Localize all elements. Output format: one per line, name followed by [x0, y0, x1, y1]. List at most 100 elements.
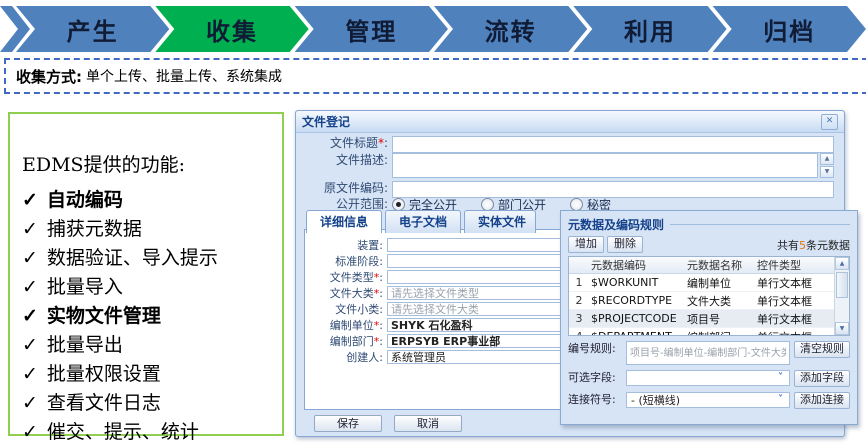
original-code-label: 原文件编码:: [304, 181, 392, 196]
cell-name: 项目号: [687, 311, 757, 327]
file-category-input[interactable]: [387, 286, 565, 300]
cell-code: $WORKUNIT: [589, 276, 687, 289]
panel-title-row: 元数据及编码规则: [568, 216, 850, 233]
standard-phase-label: 标准阶段:: [305, 255, 387, 268]
clear-rule-button[interactable]: 清空规则: [794, 341, 850, 358]
file-type-input[interactable]: [387, 270, 565, 284]
metadata-table-body: 元数据编码 元数据名称 控件类型 1 $WORKUNIT 编制单位 单行文本框 …: [569, 257, 834, 335]
banner-text: 单个上传、批量上传、系统集成: [86, 66, 282, 86]
scroll-down-icon[interactable]: ▼: [835, 322, 849, 335]
check-icon: ✓: [22, 186, 38, 215]
department-input[interactable]: [387, 334, 565, 348]
creator-input[interactable]: [387, 350, 565, 364]
cell-index: 3: [569, 312, 589, 325]
header-name: 元数据名称: [687, 257, 757, 273]
banner-label: 收集方式:: [16, 66, 82, 87]
metadata-rules-panel: 元数据及编码规则 增加 删除 共有5条元数据 元数据编码 元数据名称 控件类型 …: [560, 210, 858, 425]
flow-step-manage: 管理: [295, 6, 448, 52]
device-input[interactable]: [387, 238, 565, 252]
cell-name: 编制单位: [687, 275, 757, 291]
scroll-up-icon[interactable]: ▲: [820, 153, 834, 165]
file-title-row: 文件标题*:: [304, 136, 834, 153]
cell-type: 单行文本框: [757, 329, 834, 337]
check-icon: ✓: [22, 215, 38, 244]
process-flow: 产生 收集 管理 流转 利用 归档: [0, 6, 866, 52]
flow-step-label: 管理: [345, 12, 397, 47]
flow-step-label: 流转: [485, 12, 537, 47]
cell-code: $DEPARTMENT: [589, 330, 687, 336]
cancel-button[interactable]: 取消: [394, 415, 462, 432]
table-row[interactable]: 4 $DEPARTMENT 编制部门 单行文本框: [569, 328, 834, 336]
chevron-down-icon: ˅: [774, 394, 787, 407]
check-icon: ✓: [22, 331, 38, 360]
table-header-row: 元数据编码 元数据名称 控件类型: [569, 257, 834, 274]
table-row[interactable]: 2 $RECORDTYPE 文件大类 单行文本框: [569, 292, 834, 310]
scroll-down-icon[interactable]: ▼: [820, 166, 834, 178]
features-box: EDMS提供的功能: ✓ 自动编码 ✓捕获元数据 ✓ 数据验证、导入提示 ✓批量导入…: [8, 112, 284, 436]
file-subcategory-input[interactable]: [387, 302, 565, 316]
connector-select[interactable]: - (短横线) ˅: [626, 392, 790, 408]
feature-label: 催交、提示、统计: [47, 418, 199, 447]
check-icon: ✓: [22, 360, 38, 389]
feature-label: 查看文件日志: [47, 389, 161, 418]
check-icon: ✓: [22, 389, 38, 418]
file-description-row: 文件描述: ▲ ▼: [304, 153, 834, 178]
work-unit-input[interactable]: [387, 318, 565, 332]
add-connector-button[interactable]: 添加连接: [794, 392, 850, 409]
file-title-label: 文件标题*:: [304, 136, 392, 151]
cell-type: 单行文本框: [757, 275, 834, 291]
tab-electronic-file[interactable]: 电子文档: [385, 210, 461, 233]
check-icon: ✓: [22, 418, 38, 447]
file-subcategory-label: 文件小类:: [305, 303, 387, 316]
scroll-up-icon[interactable]: ▲: [835, 257, 849, 270]
connector-value: - (短横线): [631, 392, 774, 408]
add-field-button[interactable]: 添加字段: [794, 370, 850, 387]
feature-label: 实物文件管理: [47, 302, 161, 331]
feature-label: 批量权限设置: [47, 360, 161, 389]
file-title-input[interactable]: [392, 136, 834, 153]
original-code-input[interactable]: [392, 181, 834, 198]
delete-button[interactable]: 删除: [607, 236, 643, 253]
cell-index: 2: [569, 294, 589, 307]
tab-physical-file[interactable]: 实体文件: [464, 210, 536, 233]
tab-detail-info[interactable]: 详细信息: [306, 210, 382, 233]
feature-label: 自动编码: [47, 186, 123, 215]
feature-item: ✓批量导入: [22, 273, 282, 302]
flow-step-use: 利用: [573, 6, 726, 52]
scroll-thumb[interactable]: [836, 272, 848, 298]
department-label: 编制部门*:: [305, 335, 387, 348]
standard-phase-input[interactable]: [387, 254, 565, 268]
file-description-input[interactable]: [392, 153, 818, 178]
flow-step-archive: 归档: [713, 6, 866, 52]
feature-item: ✓捕获元数据: [22, 215, 282, 244]
table-row[interactable]: 1 $WORKUNIT 编制单位 单行文本框: [569, 274, 834, 292]
optional-field-select[interactable]: ˅: [626, 370, 790, 386]
device-label: 装置:: [305, 239, 387, 252]
table-scrollbar[interactable]: ▲ ▼: [834, 257, 849, 335]
dialog-buttons: 保存 取消: [314, 415, 462, 432]
cell-name: 文件大类: [687, 293, 757, 309]
metadata-count-number: 5: [799, 239, 806, 252]
cell-type: 单行文本框: [757, 293, 834, 309]
creator-label: 创建人:: [305, 351, 387, 364]
check-icon: ✓: [22, 302, 38, 331]
add-button[interactable]: 增加: [568, 236, 604, 253]
feature-item: ✓ 实物文件管理: [22, 302, 282, 331]
textarea-scroll: ▲ ▼: [820, 153, 834, 178]
numbering-rule-input[interactable]: [626, 341, 790, 365]
metadata-table: 元数据编码 元数据名称 控件类型 1 $WORKUNIT 编制单位 单行文本框 …: [568, 256, 850, 336]
cell-name: 编制部门: [687, 329, 757, 337]
cell-code: $RECORDTYPE: [589, 294, 687, 307]
connector-label: 连接符号:: [568, 392, 626, 408]
feature-label: 数据验证、导入提示: [47, 244, 218, 273]
features-title: EDMS提供的功能:: [22, 150, 282, 177]
save-button[interactable]: 保存: [314, 415, 382, 432]
panel-toolbar: 增加 删除 共有5条元数据: [568, 236, 850, 253]
close-icon[interactable]: ✕: [821, 114, 838, 130]
metadata-count: 共有5条元数据: [777, 237, 850, 253]
header-type: 控件类型: [757, 257, 834, 273]
table-row[interactable]: 3 $PROJECTCODE 项目号 单行文本框: [569, 310, 834, 328]
chevron-down-icon: ˅: [774, 372, 787, 385]
file-type-label: 文件类型*:: [305, 271, 387, 284]
feature-item: ✓ 自动编码: [22, 186, 282, 215]
